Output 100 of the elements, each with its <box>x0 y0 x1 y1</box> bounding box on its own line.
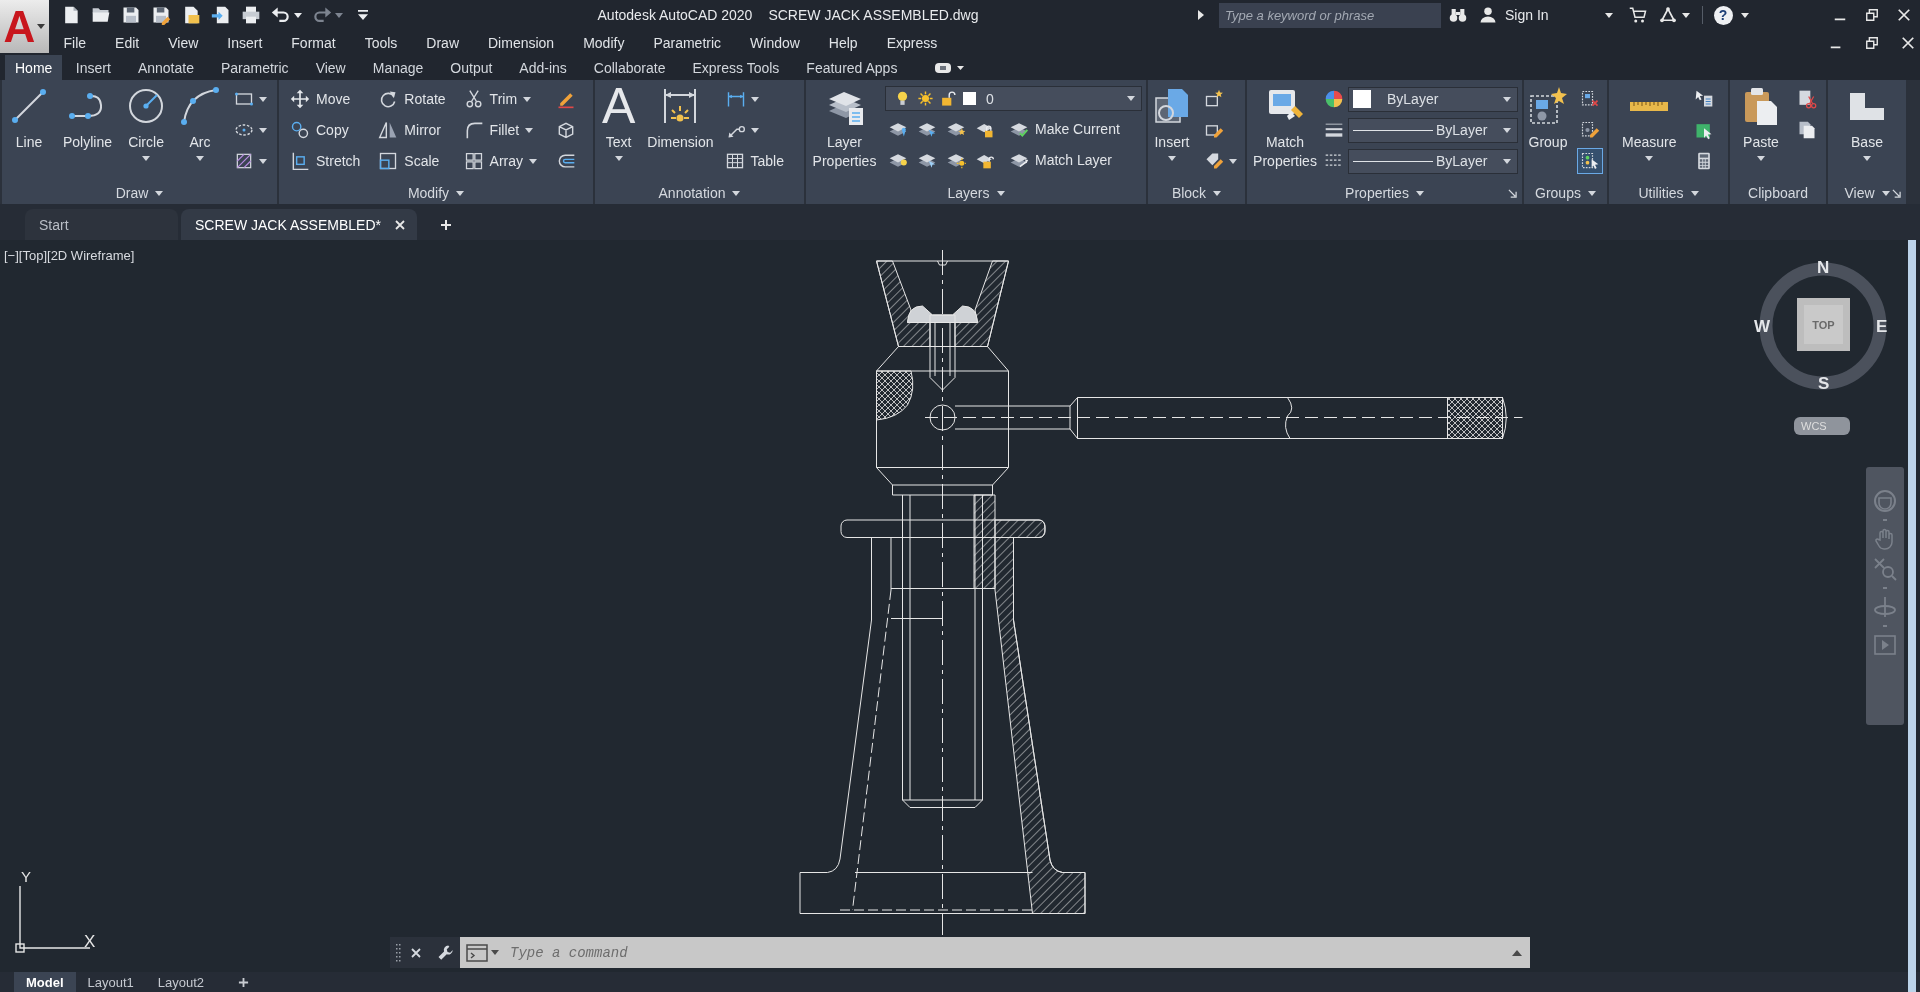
ribbon-tab[interactable]: Manage <box>359 55 437 80</box>
panel-title[interactable]: Block <box>1171 185 1222 201</box>
copy-tool[interactable]: Copy <box>288 117 363 143</box>
panel-title[interactable]: Groups <box>1535 185 1596 201</box>
text-tool[interactable]: A Text <box>599 86 639 178</box>
triangle-network-icon[interactable] <box>1658 6 1677 24</box>
layout-tab[interactable]: Layout1 <box>75 972 146 992</box>
document-arrow-icon[interactable] <box>211 5 231 25</box>
sign-in-link[interactable]: Sign In <box>1479 6 1549 24</box>
panel-title[interactable]: Layers <box>947 185 1005 201</box>
rotate-tool[interactable]: Rotate <box>376 86 448 112</box>
terminal-icon[interactable] <box>466 943 488 962</box>
ribbon-tab[interactable]: Annotate <box>124 55 208 80</box>
ribbon-tab[interactable]: Parametric <box>207 55 303 80</box>
menu-item[interactable]: Dimension <box>473 30 569 55</box>
panel-title[interactable]: Draw <box>115 185 164 201</box>
menu-item[interactable]: Tools <box>350 30 412 55</box>
group-selection-tool[interactable] <box>1577 148 1603 174</box>
lineweight-dropdown[interactable]: ByLayer <box>1348 117 1518 143</box>
panel-title[interactable]: Clipboard <box>1748 185 1808 201</box>
save-as-icon[interactable] <box>151 5 171 25</box>
command-line-field[interactable]: Type a command <box>460 937 1530 968</box>
base-view-tool[interactable]: Base <box>1844 86 1890 178</box>
layer-dropdown[interactable]: 0 <box>885 86 1142 111</box>
ribbon-tab[interactable]: Express Tools <box>678 55 793 80</box>
ribbon-tab[interactable]: Output <box>436 55 506 80</box>
undo-icon[interactable] <box>271 5 291 25</box>
caret-icon[interactable] <box>1604 12 1613 18</box>
insert-block-tool[interactable]: Insert <box>1149 86 1195 178</box>
scale-tool[interactable]: Scale <box>376 148 448 174</box>
close-icon[interactable] <box>1896 8 1911 22</box>
binoculars-icon[interactable] <box>1449 6 1467 24</box>
menu-item[interactable]: Express <box>872 30 952 55</box>
array-tool[interactable]: Array <box>461 148 540 174</box>
command-input[interactable]: Type a command <box>510 940 1509 965</box>
ribbon-tab[interactable]: Insert <box>62 55 125 80</box>
table-tool[interactable]: Table <box>722 148 786 174</box>
move-tool[interactable]: Move <box>288 86 363 112</box>
layer-properties-tool[interactable]: Layer Properties <box>807 86 882 178</box>
layout-tab[interactable]: Model <box>14 972 76 992</box>
dimension-tool[interactable]: Dimension <box>644 86 717 178</box>
plus-icon[interactable] <box>238 976 250 988</box>
dialog-launcher-icon[interactable] <box>1892 189 1901 198</box>
wrench-icon[interactable] <box>437 943 455 962</box>
save-icon[interactable] <box>121 5 141 25</box>
compass-letter[interactable]: S <box>1818 375 1830 393</box>
file-tab[interactable]: Start <box>25 209 178 240</box>
close-icon[interactable] <box>411 947 421 958</box>
restore-icon[interactable] <box>1865 35 1879 50</box>
panel-title[interactable]: Modify <box>407 185 465 201</box>
search-field[interactable]: Type a keyword or phrase <box>1219 2 1441 28</box>
redo-icon[interactable] <box>312 5 332 25</box>
line-tool[interactable]: Line <box>6 86 52 178</box>
caret-icon[interactable] <box>1681 12 1690 18</box>
compass-letter[interactable]: E <box>1876 318 1888 336</box>
open-folder-icon[interactable] <box>91 5 111 25</box>
menu-item[interactable]: File <box>49 30 101 55</box>
ribbon-tab[interactable]: Home <box>5 55 63 80</box>
mirror-tool[interactable]: Mirror <box>376 117 448 143</box>
arc-tool[interactable]: Arc <box>177 86 224 178</box>
view-control[interactable]: [Top] <box>18 248 47 263</box>
file-tab[interactable]: SCREW JACK ASSEMBLED* <box>181 209 417 240</box>
match-properties-tool[interactable]: Match Properties <box>1248 86 1322 178</box>
plus-icon[interactable] <box>439 219 452 231</box>
panel-title[interactable]: Utilities <box>1638 185 1699 201</box>
cart-icon[interactable] <box>1628 6 1647 24</box>
application-menu-button[interactable]: A <box>0 0 49 53</box>
fillet-tool[interactable]: Fillet <box>461 117 540 143</box>
expand-arrow-icon[interactable] <box>1198 10 1204 20</box>
layout-tab[interactable]: Layout2 <box>145 972 217 992</box>
color-dropdown[interactable]: ByLayer <box>1348 86 1518 112</box>
group-tool[interactable]: Group <box>1525 86 1571 178</box>
close-icon[interactable] <box>394 219 405 230</box>
measure-tool[interactable]: Measure <box>1619 86 1680 178</box>
paste-tool[interactable]: Paste <box>1738 86 1784 178</box>
caret-icon[interactable] <box>1740 12 1749 18</box>
menu-item[interactable]: Format <box>276 30 351 55</box>
compass-letter[interactable]: N <box>1817 259 1830 277</box>
stretch-tool[interactable]: Stretch <box>288 148 363 174</box>
match-layer-tool[interactable]: Match Layer <box>1007 147 1115 173</box>
compass-letter[interactable]: W <box>1754 318 1771 336</box>
dialog-launcher-icon[interactable] <box>1508 189 1517 198</box>
ribbon-tab[interactable]: View <box>302 55 360 80</box>
menu-item[interactable]: Draw <box>411 30 474 55</box>
menu-item[interactable]: Help <box>814 30 873 55</box>
viewport-control[interactable]: [−] <box>4 248 19 263</box>
ribbon-tab[interactable]: Collaborate <box>580 55 679 80</box>
ribbon-tab[interactable]: Add-ins <box>505 55 581 80</box>
menu-item[interactable]: Edit <box>100 30 154 55</box>
circle-tool[interactable]: Circle <box>123 86 170 178</box>
restore-icon[interactable] <box>1864 8 1879 22</box>
linetype-dropdown[interactable]: ByLayer <box>1348 148 1518 174</box>
grip-icon[interactable] <box>395 942 401 963</box>
panel-title[interactable]: View <box>1844 185 1890 201</box>
menu-item[interactable]: View <box>153 30 213 55</box>
menu-item[interactable]: Parametric <box>638 30 736 55</box>
menu-item[interactable]: Modify <box>568 30 639 55</box>
help-button[interactable]: ? <box>1713 5 1733 25</box>
trim-tool[interactable]: Trim <box>461 86 540 112</box>
make-current-tool[interactable]: Make Current <box>1007 116 1122 142</box>
